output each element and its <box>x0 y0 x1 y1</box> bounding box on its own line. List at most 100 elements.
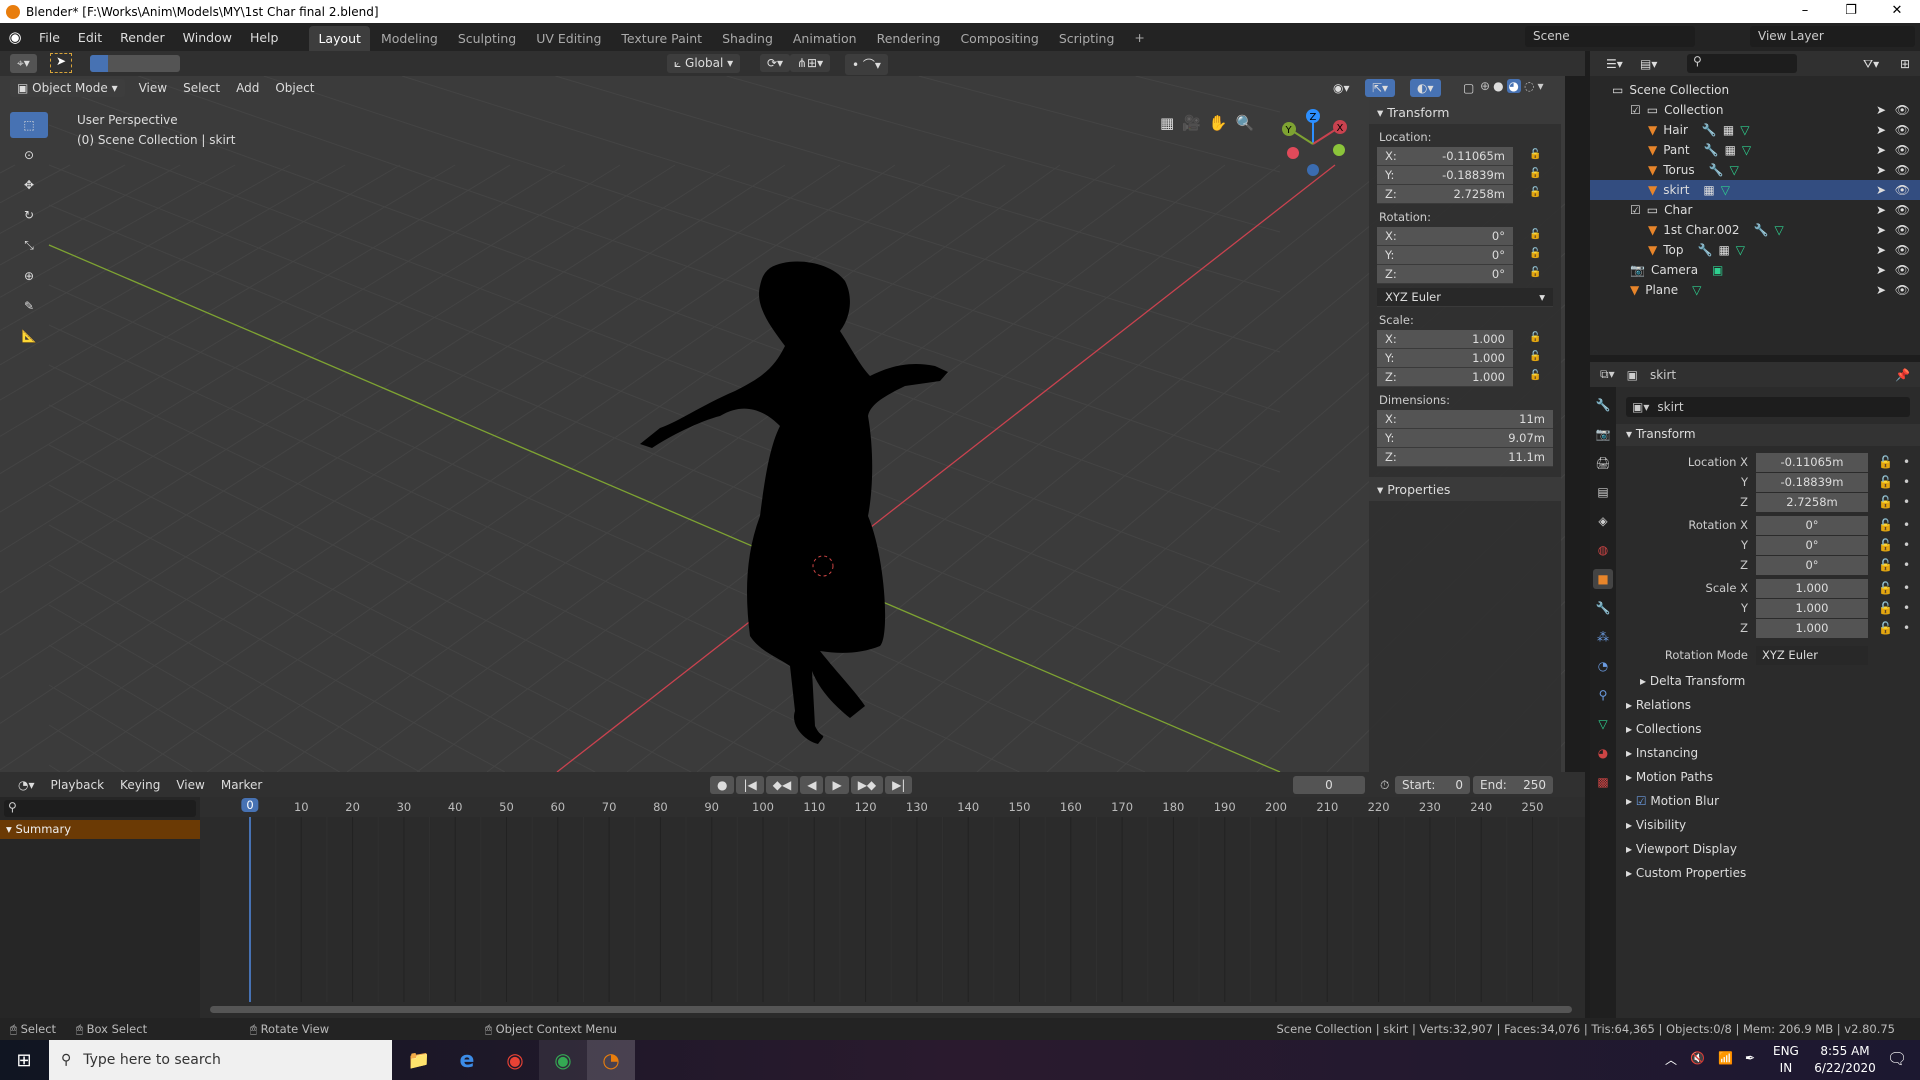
property-value-field[interactable]: 2.7258m <box>1756 492 1868 512</box>
eye-icon[interactable]: 👁 <box>1895 183 1910 197</box>
blender-menu-icon[interactable]: ◉ <box>0 28 30 46</box>
section-visibility[interactable]: ▸ Visibility <box>1626 818 1686 832</box>
properties-tab-object-icon[interactable]: ■ <box>1593 569 1613 589</box>
property-value-field[interactable]: 0° <box>1756 515 1868 535</box>
particles-icon[interactable]: ▦ <box>1723 123 1734 137</box>
workspace-tab-compositing[interactable]: Compositing <box>951 26 1047 51</box>
outliner-row-hair[interactable]: ▼ Hair 🔧 ▦ ▽ ➤ 👁 <box>1590 120 1920 140</box>
properties-tab-render-icon[interactable]: 📷 <box>1593 424 1613 444</box>
annotate-tool-icon[interactable]: ✎ <box>10 293 48 319</box>
outliner-row-top[interactable]: ▼ Top 🔧 ▦ ▽ ➤ 👁 <box>1590 240 1920 260</box>
measure-tool-icon[interactable]: 📐 <box>10 323 48 349</box>
scale-tool-icon[interactable]: ⤡ <box>10 232 48 259</box>
menu-window[interactable]: Window <box>174 30 241 45</box>
lock-icon[interactable]: 🔓 <box>1878 558 1893 572</box>
selectable-arrow-icon[interactable]: ➤ <box>1876 283 1886 297</box>
timeline-menu-playback[interactable]: Playback <box>43 776 113 794</box>
scale-y-field[interactable]: Y: 1.000 🔓 <box>1377 349 1541 368</box>
lock-icon[interactable]: 🔓 <box>1878 601 1893 615</box>
keyframe-dot-icon[interactable]: • <box>1903 518 1910 532</box>
properties-tab-particles-icon[interactable]: ⁂ <box>1593 627 1613 647</box>
move-tool-icon[interactable]: ✥ <box>10 172 48 198</box>
mesh-data-icon[interactable]: ▽ <box>1740 123 1749 137</box>
summary-channel[interactable]: ▾ Summary <box>0 820 200 839</box>
selectable-arrow-icon[interactable]: ➤ <box>1876 223 1886 237</box>
view-layer-icon[interactable]: ▤▾ <box>1632 55 1665 73</box>
pivot-point-icon[interactable]: ⟳▾ <box>760 54 791 72</box>
play-reverse-button[interactable]: ◀ <box>800 776 824 794</box>
minimize-button[interactable]: – <box>1782 0 1828 23</box>
property-value-field[interactable]: 1.000 <box>1756 618 1868 638</box>
eye-icon[interactable]: 👁 <box>1895 143 1910 157</box>
eye-icon[interactable]: 👁 <box>1895 263 1910 277</box>
timeline-ruler[interactable]: 0 10 20 30 40 50 60 70 80 90 100 110 120 130 140 150 160… <box>200 797 1585 817</box>
outliner-row-collection[interactable]: ☑ ▭ Collection ➤ 👁 <box>1590 100 1920 120</box>
channel-search-input[interactable]: ⚲ <box>4 800 196 817</box>
collection-checkbox[interactable]: ☑ <box>1630 203 1641 217</box>
modifier-icon[interactable]: 🔧 <box>1697 243 1712 257</box>
eye-icon[interactable]: 👁 <box>1895 223 1910 237</box>
object-mode-dropdown[interactable]: ▣ Object Mode ▾ <box>10 79 125 97</box>
lock-icon[interactable]: 🔓 <box>1529 229 1541 241</box>
menu-render[interactable]: Render <box>111 30 174 45</box>
selection-mode-buttons[interactable] <box>90 55 180 72</box>
blender-taskbar-icon[interactable]: ◔ <box>587 1040 635 1080</box>
keyframe-dot-icon[interactable]: • <box>1903 455 1910 469</box>
workspace-tab-shading[interactable]: Shading <box>713 26 782 51</box>
cursor-tool-icon[interactable]: ⊙ <box>10 142 48 168</box>
workspace-tab-uv-editing[interactable]: UV Editing <box>527 26 610 51</box>
mesh-data-icon[interactable]: ▽ <box>1730 163 1739 177</box>
transform-orientation-dropdown[interactable]: ⟀ Global ▾ <box>667 54 741 73</box>
mesh-data-icon[interactable]: ▽ <box>1774 223 1783 237</box>
volume-muted-icon[interactable]: 🔇 <box>1690 1051 1705 1065</box>
properties-tab-texture-icon[interactable]: ▩ <box>1593 772 1613 792</box>
property-value-field[interactable]: 1.000 <box>1756 598 1868 618</box>
jump-start-button[interactable]: |◀ <box>736 776 764 794</box>
pen-icon[interactable]: ✒ <box>1745 1051 1755 1065</box>
notifications-icon[interactable]: 🗨 <box>1887 1049 1907 1068</box>
object-name-field[interactable]: ▣▾ skirt <box>1626 397 1910 417</box>
pin-icon[interactable]: 📌 <box>1895 368 1910 382</box>
mesh-data-icon[interactable]: ▽ <box>1692 283 1701 297</box>
rotation-z-field[interactable]: Z: 0° 🔓 <box>1377 265 1541 284</box>
view-layer-selector[interactable]: View Layer <box>1750 26 1915 47</box>
rotate-tool-icon[interactable]: ↻ <box>10 202 48 228</box>
scale-x-field[interactable]: X: 1.000 🔓 <box>1377 330 1541 349</box>
workspace-tab-layout[interactable]: Layout <box>309 26 370 51</box>
selectable-arrow-icon[interactable]: ➤ <box>1876 143 1886 157</box>
eye-icon[interactable]: 👁 <box>1895 103 1910 117</box>
modifier-icon[interactable]: 🔧 <box>1754 223 1769 237</box>
modifier-icon[interactable]: 🔧 <box>1702 123 1717 137</box>
outliner-row-pant[interactable]: ▼ Pant 🔧 ▦ ▽ ➤ 👁 <box>1590 140 1920 160</box>
rotation-y-field[interactable]: Y: 0° 🔓 <box>1377 246 1541 265</box>
properties-tab-constraints-icon[interactable]: ⚲ <box>1593 685 1613 705</box>
eye-icon[interactable]: 👁 <box>1895 163 1910 177</box>
end-frame-field[interactable]: End: 250 <box>1473 776 1553 794</box>
keyframe-dot-icon[interactable]: • <box>1903 621 1910 635</box>
selectable-arrow-icon[interactable]: ➤ <box>1876 203 1886 217</box>
3d-viewport[interactable]: ▣ Object Mode ▾ View Select Add Object ◉▾ ⇱… <box>0 76 1565 772</box>
viewport-menu-object[interactable]: Object <box>267 79 322 97</box>
location-y-field[interactable]: Y: -0.18839m 🔓 <box>1377 166 1541 185</box>
close-button[interactable]: ✕ <box>1874 0 1920 23</box>
prev-keyframe-button[interactable]: ◆◀ <box>765 776 799 794</box>
properties-panel-header[interactable]: ▾ Properties <box>1369 477 1561 501</box>
property-value-field[interactable]: 1.000 <box>1756 578 1868 598</box>
viewport-menu-view[interactable]: View <box>131 79 175 97</box>
editor-type-icon[interactable]: ⧉▾ <box>1600 367 1615 382</box>
xray-icon[interactable]: ▢ <box>1455 79 1482 97</box>
select-tool-icon[interactable]: ➤ <box>50 53 72 73</box>
add-workspace-button[interactable]: + <box>1125 25 1153 50</box>
rotation-x-field[interactable]: X: 0° 🔓 <box>1377 227 1541 246</box>
pan-hand-icon[interactable]: ✋ <box>1209 114 1228 132</box>
menu-edit[interactable]: Edit <box>69 30 111 45</box>
workspace-tab-sculpting[interactable]: Sculpting <box>449 26 525 51</box>
outliner-row-plane[interactable]: ▼ Plane ▽ ➤ 👁 <box>1590 280 1920 300</box>
dimensions-z-field[interactable]: Z: 11.1m <box>1377 448 1553 467</box>
taskbar-clock[interactable]: 8:55 AM 6/22/2020 <box>1810 1043 1880 1077</box>
workspace-tab-scripting[interactable]: Scripting <box>1050 26 1124 51</box>
next-keyframe-button[interactable]: ▶◆ <box>850 776 884 794</box>
selectable-arrow-icon[interactable]: ➤ <box>1876 103 1886 117</box>
workspace-tab-animation[interactable]: Animation <box>784 26 866 51</box>
outliner-row-torus[interactable]: ▼ Torus 🔧 ▽ ➤ 👁 <box>1590 160 1920 180</box>
